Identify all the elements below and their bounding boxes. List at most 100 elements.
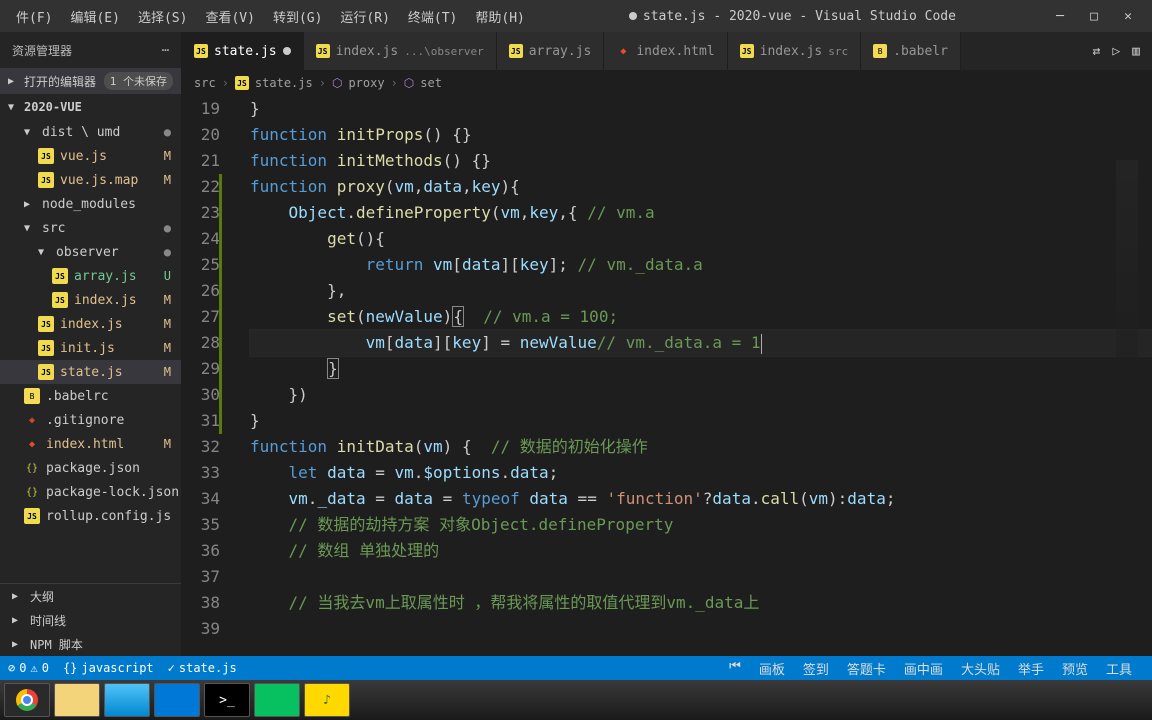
split-icon[interactable]: ▥ bbox=[1132, 44, 1140, 59]
line-number: 25 bbox=[182, 252, 220, 278]
code-line[interactable]: } bbox=[250, 96, 1152, 122]
code-line[interactable]: vm[data][key] = newValue// vm._data.a = … bbox=[250, 330, 1152, 356]
code-content[interactable]: }function initProps() {}function initMet… bbox=[238, 96, 1152, 656]
line-number: 37 bbox=[182, 564, 220, 590]
menu-item[interactable]: 编辑(E) bbox=[62, 3, 127, 30]
file-item[interactable]: JSinit.jsM bbox=[0, 336, 181, 360]
tab[interactable]: ◆index.html bbox=[604, 32, 727, 70]
code-line[interactable]: } bbox=[250, 408, 1152, 434]
file-item[interactable]: JSvue.jsM bbox=[0, 144, 181, 168]
code-line[interactable]: get(){ bbox=[250, 226, 1152, 252]
code-line[interactable] bbox=[250, 564, 1152, 590]
menu-item[interactable]: 件(F) bbox=[8, 3, 60, 30]
compare-icon[interactable]: ⇄ bbox=[1093, 44, 1101, 59]
toolbar-item[interactable]: 工具 bbox=[1106, 659, 1132, 678]
file-item[interactable]: ◈.gitignore bbox=[0, 408, 181, 432]
taskbar-music[interactable]: ♪ bbox=[304, 683, 350, 717]
bottom-panel-item[interactable]: ▶大纲 bbox=[0, 584, 181, 608]
file-item[interactable]: ◆index.htmlM bbox=[0, 432, 181, 456]
code-line[interactable]: vm._data = data = typeof data == 'functi… bbox=[250, 486, 1152, 512]
code-line[interactable] bbox=[250, 616, 1152, 642]
file-item[interactable]: JSstate.jsM bbox=[0, 360, 181, 384]
tree-label: observer bbox=[56, 245, 119, 260]
folder-item[interactable]: ▶node_modules bbox=[0, 192, 181, 216]
code-line[interactable]: // 数组 单独处理的 bbox=[250, 538, 1152, 564]
folder-item[interactable]: ▼dist \ umd● bbox=[0, 120, 181, 144]
tab[interactable]: JSarray.js bbox=[497, 32, 605, 70]
tree-label: .gitignore bbox=[46, 413, 124, 428]
code-line[interactable]: }) bbox=[250, 382, 1152, 408]
file-item[interactable]: JSrollup.config.js bbox=[0, 504, 181, 528]
tab-label: index.js bbox=[760, 44, 823, 59]
taskbar-app1[interactable] bbox=[104, 683, 150, 717]
code-line[interactable]: // 当我去vm上取属性时 ，帮我将属性的取值代理到vm._data上 bbox=[250, 590, 1152, 616]
run-icon[interactable]: ▷ bbox=[1112, 44, 1120, 59]
taskbar-explorer[interactable] bbox=[54, 683, 100, 717]
code-line[interactable]: Object.defineProperty(vm,key,{ // vm.a bbox=[250, 200, 1152, 226]
file-item[interactable]: B.babelrc bbox=[0, 384, 181, 408]
open-editors-label: 打开的编辑器 bbox=[24, 73, 96, 90]
toolbar-item[interactable]: 签到 bbox=[803, 659, 829, 678]
code-line[interactable]: let data = vm.$options.data; bbox=[250, 460, 1152, 486]
statusbar: ⊘ 0 ⚠ 0 {} javascript ✓ state.js ⏮ 画板签到答题… bbox=[0, 656, 1152, 680]
code-line[interactable]: // 数据的劫持方案 对象Object.defineProperty bbox=[250, 512, 1152, 538]
breadcrumb-item[interactable]: state.js bbox=[255, 76, 313, 90]
code-line[interactable]: } bbox=[250, 356, 1152, 382]
code-line[interactable]: return vm[data][key]; // vm._data.a bbox=[250, 252, 1152, 278]
folder-item[interactable]: ▼observer● bbox=[0, 240, 181, 264]
git-status: ● bbox=[164, 125, 171, 139]
code-line[interactable]: function initMethods() {} bbox=[250, 148, 1152, 174]
toolbar-item[interactable]: 画中画 bbox=[904, 659, 943, 678]
code-line[interactable]: function initData(vm) { // 数据的初始化操作 bbox=[250, 434, 1152, 460]
menu-item[interactable]: 查看(V) bbox=[197, 3, 262, 30]
toolbar-prev-icon[interactable]: ⏮ bbox=[729, 659, 741, 678]
bottom-panel-item[interactable]: ▶时间线 bbox=[0, 608, 181, 632]
project-section[interactable]: ▼ 2020-VUE bbox=[0, 94, 181, 120]
file-item[interactable]: JSindex.jsM bbox=[0, 312, 181, 336]
menu-item[interactable]: 转到(G) bbox=[265, 3, 330, 30]
bottom-panel-item[interactable]: ▶NPM 脚本 bbox=[0, 632, 181, 656]
code-line[interactable]: function proxy(vm,data,key){ bbox=[250, 174, 1152, 200]
toolbar-item[interactable]: 大头贴 bbox=[961, 659, 1000, 678]
taskbar-terminal[interactable]: >_ bbox=[204, 683, 250, 717]
menu-item[interactable]: 帮助(H) bbox=[467, 3, 532, 30]
close-button[interactable]: ✕ bbox=[1120, 8, 1136, 24]
maximize-button[interactable]: □ bbox=[1086, 8, 1102, 24]
menu-item[interactable]: 选择(S) bbox=[130, 3, 195, 30]
taskbar-vscode[interactable] bbox=[154, 683, 200, 717]
breadcrumb-item[interactable]: proxy bbox=[348, 76, 384, 90]
breadcrumb[interactable]: src›JSstate.js›⬡proxy›⬡set bbox=[182, 70, 1152, 96]
toolbar-item[interactable]: 举手 bbox=[1018, 659, 1044, 678]
code-line[interactable]: function initProps() {} bbox=[250, 122, 1152, 148]
open-editors-section[interactable]: ▶ 打开的编辑器 1 个未保存 bbox=[0, 68, 181, 94]
code-line[interactable]: }, bbox=[250, 278, 1152, 304]
folder-item[interactable]: ▼src● bbox=[0, 216, 181, 240]
breadcrumb-item[interactable]: set bbox=[420, 76, 442, 90]
menu-item[interactable]: 终端(T) bbox=[400, 3, 465, 30]
menu-item[interactable]: 运行(R) bbox=[332, 3, 397, 30]
toolbar-item[interactable]: 画板 bbox=[759, 659, 785, 678]
minimize-button[interactable]: ─ bbox=[1052, 8, 1068, 24]
file-item[interactable]: JSarray.jsU bbox=[0, 264, 181, 288]
tab[interactable]: B.babelr bbox=[861, 32, 961, 70]
tab-label: .babelr bbox=[893, 44, 948, 59]
language-mode[interactable]: {} javascript bbox=[63, 661, 154, 675]
taskbar-wechat[interactable] bbox=[254, 683, 300, 717]
code-editor[interactable]: 1920212223242526272829303132333435363738… bbox=[182, 96, 1152, 656]
tab[interactable]: JSindex.js...\observer bbox=[304, 32, 497, 70]
file-item[interactable]: JSindex.jsM bbox=[0, 288, 181, 312]
file-item[interactable]: JSvue.js.mapM bbox=[0, 168, 181, 192]
tab[interactable]: JSstate.js bbox=[182, 32, 304, 70]
file-item[interactable]: {}package.json bbox=[0, 456, 181, 480]
code-line[interactable]: set(newValue){ // vm.a = 100; bbox=[250, 304, 1152, 330]
status-file[interactable]: ✓ state.js bbox=[168, 661, 237, 675]
minimap[interactable] bbox=[1116, 160, 1138, 360]
taskbar-chrome[interactable] bbox=[4, 683, 50, 717]
file-item[interactable]: {}package-lock.json bbox=[0, 480, 181, 504]
tab[interactable]: JSindex.jssrc bbox=[728, 32, 862, 70]
toolbar-item[interactable]: 预览 bbox=[1062, 659, 1088, 678]
more-icon[interactable]: ⋯ bbox=[162, 43, 169, 57]
toolbar-item[interactable]: 答题卡 bbox=[847, 659, 886, 678]
breadcrumb-item[interactable]: src bbox=[194, 76, 216, 90]
errors-button[interactable]: ⊘ 0 ⚠ 0 bbox=[8, 661, 49, 675]
